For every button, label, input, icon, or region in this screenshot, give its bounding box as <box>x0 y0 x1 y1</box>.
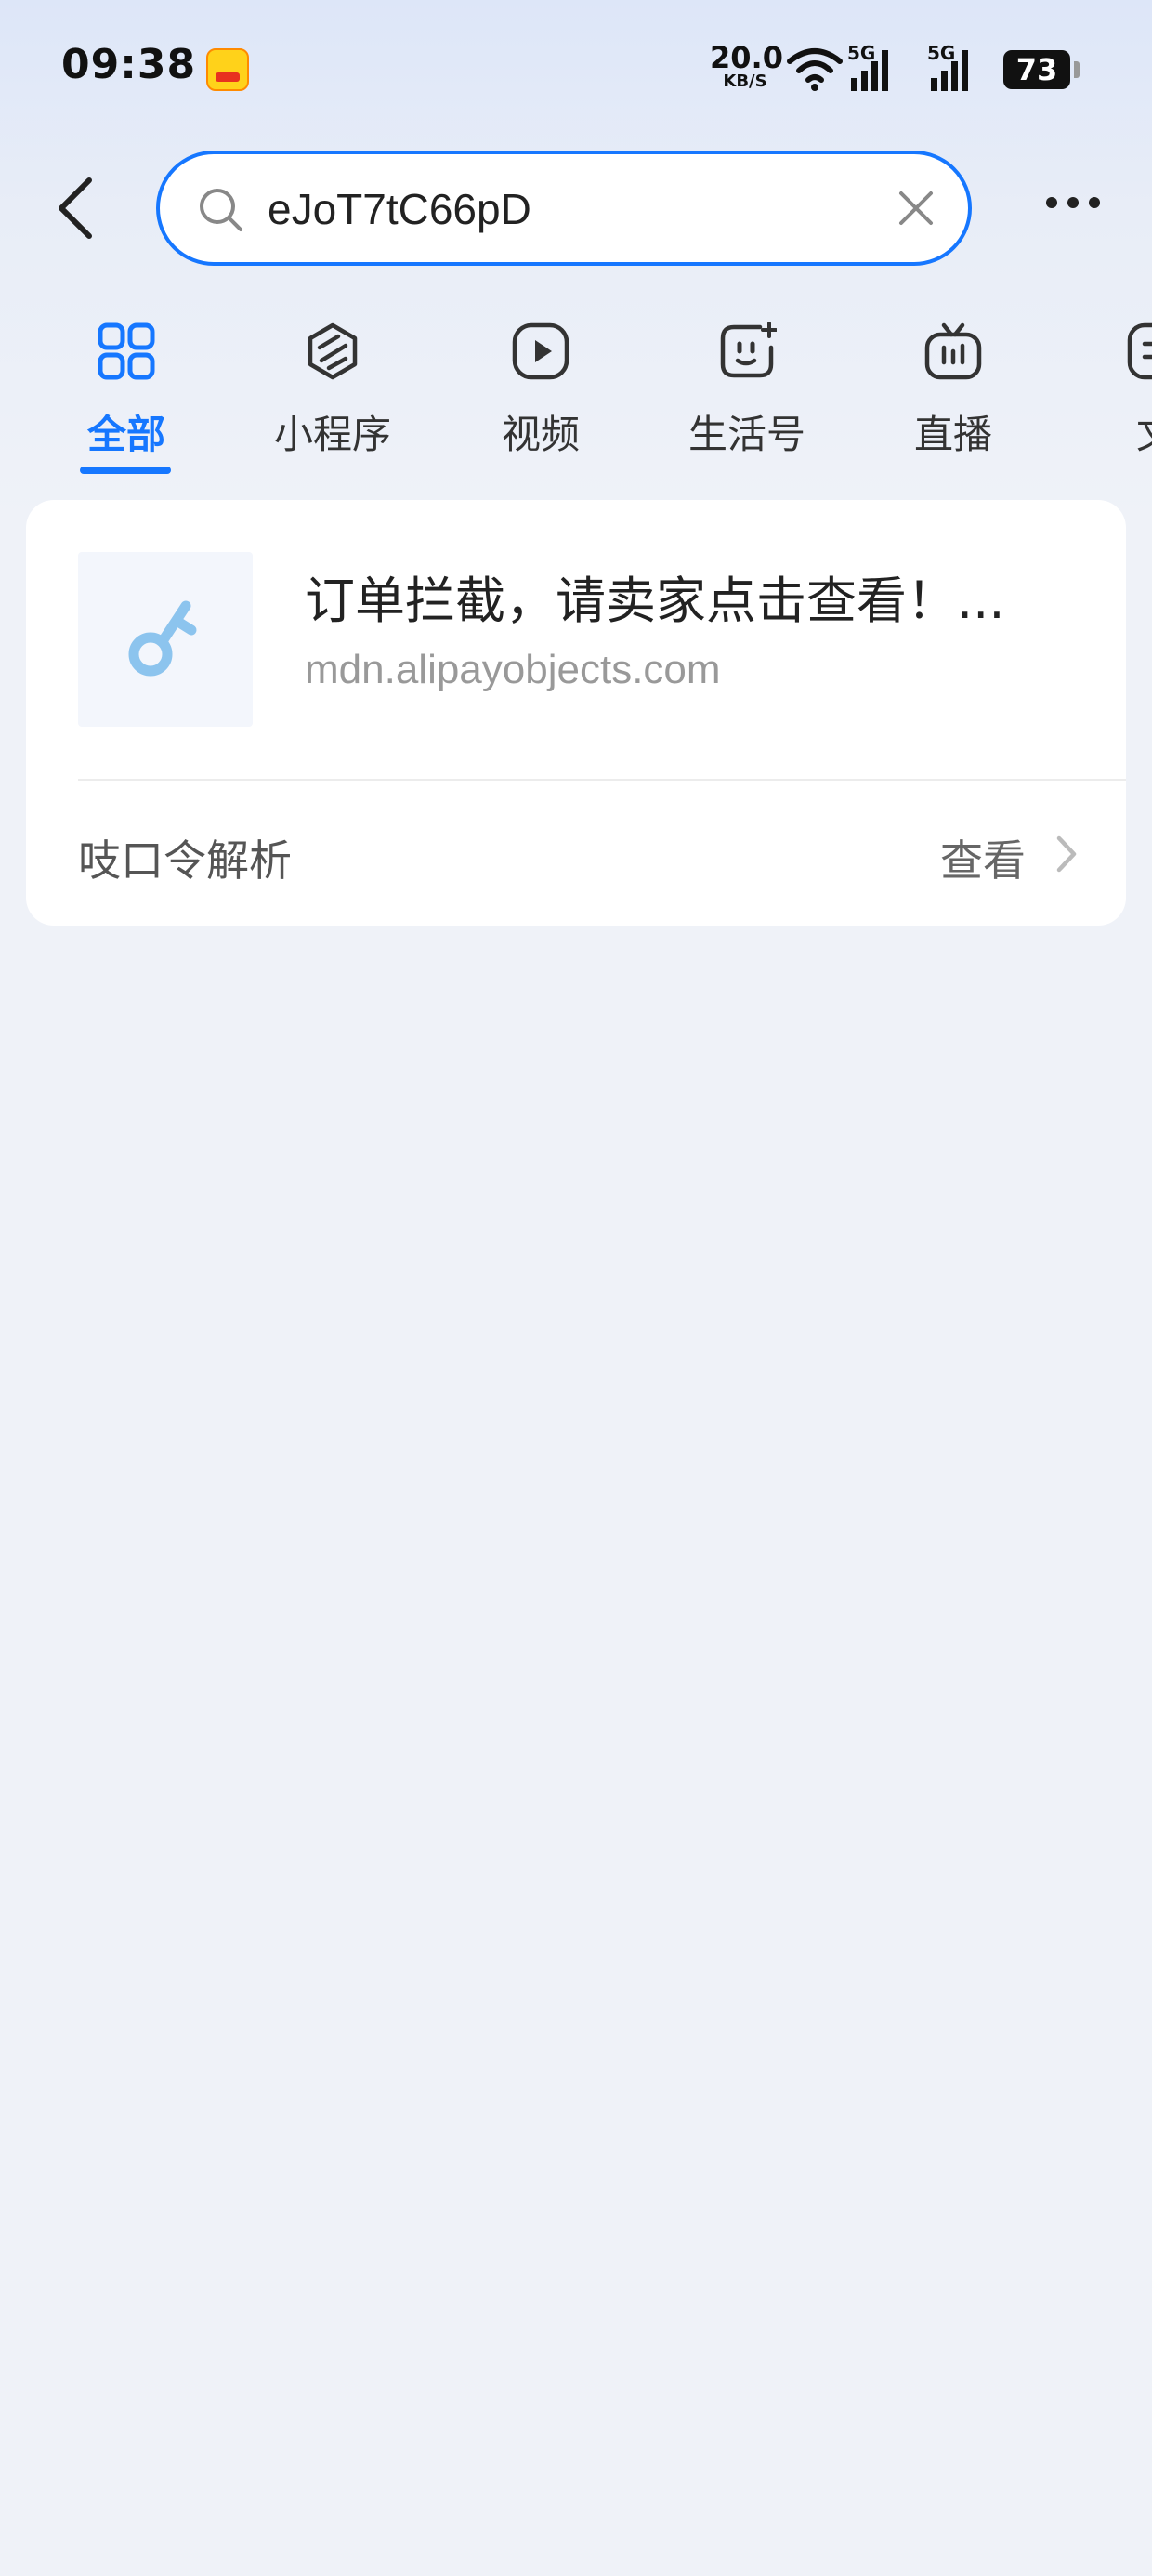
result-url: mdn.alipayobjects.com <box>305 647 721 692</box>
tab-all[interactable]: 全部 <box>43 307 210 474</box>
live-tv-icon <box>924 322 982 380</box>
search-icon <box>200 189 242 231</box>
signal-label-1: 5G <box>847 42 875 64</box>
wifi-icon <box>787 48 843 91</box>
tab-label: 视频 <box>501 412 580 457</box>
tab-live[interactable]: 直播 <box>870 307 1037 474</box>
tab-life-account[interactable]: 生活号 <box>663 307 831 474</box>
command-parse-label: 吱口令解析 <box>78 835 292 886</box>
chevron-right-icon <box>1056 835 1077 873</box>
search-header <box>0 139 1152 279</box>
result-item[interactable]: 订单拦截，请卖家点击查看！... mdn.alipayobjects.com <box>26 500 1126 779</box>
network-speed-unit: KB/S <box>723 72 767 91</box>
search-box[interactable] <box>156 151 972 266</box>
tab-label: 小程序 <box>273 412 391 457</box>
battery-indicator: 73 <box>1003 50 1080 89</box>
tab-video[interactable]: 视频 <box>457 307 624 474</box>
status-bar: 09:38 20.0 KB/S 5G 5G 73 <box>0 0 1152 139</box>
active-tab-indicator <box>80 467 171 474</box>
signal-icon-1: 5G <box>847 42 888 91</box>
result-card: 订单拦截，请卖家点击查看！... mdn.alipayobjects.com 吱… <box>26 500 1126 926</box>
category-tabs: 全部 小程序 视频 生活号 直播 <box>0 297 1152 483</box>
network-speed: 20.0 KB/S <box>710 40 783 91</box>
command-parse-row[interactable]: 吱口令解析 查看 <box>26 781 1126 926</box>
chevron-left-icon <box>59 177 92 239</box>
result-title: 订单拦截，请卖家点击查看！... <box>305 572 1005 630</box>
article-icon <box>1127 322 1152 380</box>
tab-label: 文 <box>1072 403 1152 460</box>
result-thumbnail <box>78 552 253 727</box>
signal-icon-2: 5G <box>927 42 968 91</box>
key-icon <box>128 600 197 677</box>
signal-label-2: 5G <box>927 42 955 64</box>
view-link[interactable]: 查看 <box>940 827 1026 888</box>
clear-icon[interactable] <box>896 188 936 229</box>
back-button[interactable] <box>46 173 111 243</box>
status-time: 09:38 <box>61 41 197 88</box>
tab-label: 生活号 <box>687 412 805 457</box>
tab-mini-program[interactable]: 小程序 <box>249 307 416 474</box>
more-dots-icon <box>1046 197 1100 208</box>
network-speed-value: 20.0 <box>710 40 783 75</box>
search-input[interactable] <box>268 177 844 242</box>
tab-article[interactable]: 文 <box>1072 307 1152 474</box>
grid-icon <box>98 322 155 380</box>
tab-label: 直播 <box>913 412 992 457</box>
app-notification-icon <box>206 48 249 91</box>
mini-program-icon <box>308 322 358 380</box>
more-button[interactable] <box>1041 184 1106 221</box>
tab-label: 全部 <box>86 412 165 457</box>
life-account-icon <box>720 322 777 378</box>
video-play-icon <box>512 322 569 380</box>
